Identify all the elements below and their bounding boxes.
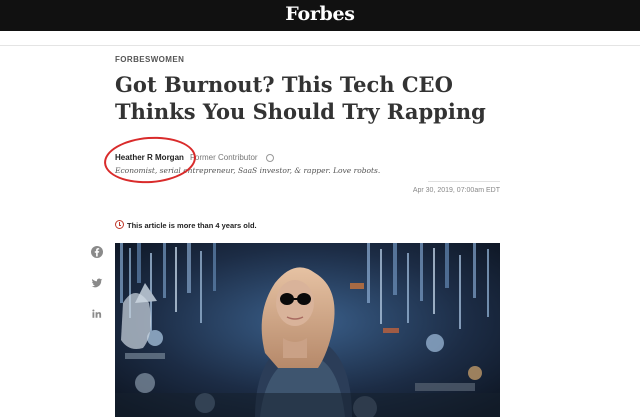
facebook-icon[interactable]	[90, 245, 104, 259]
article-headline: Got Burnout? This Tech CEO Thinks You Sh…	[115, 72, 486, 124]
author-role: Former Contributor	[190, 153, 258, 162]
article-age-notice: This article is more than 4 years old.	[127, 221, 257, 230]
twitter-icon[interactable]	[90, 276, 104, 290]
hero-photo	[115, 243, 500, 417]
publish-date: Apr 30, 2019, 07:00am EDT	[412, 187, 500, 194]
highlight-annotation	[102, 133, 198, 187]
clock-icon	[115, 220, 124, 229]
header-divider	[0, 45, 640, 46]
linkedin-icon[interactable]	[90, 307, 104, 321]
top-bar: Forbes	[0, 0, 640, 31]
forbes-logo[interactable]: Forbes	[0, 3, 640, 25]
info-icon[interactable]	[266, 154, 274, 162]
byline-divider	[428, 181, 500, 182]
section-label[interactable]: FORBESWOMEN	[115, 55, 184, 64]
